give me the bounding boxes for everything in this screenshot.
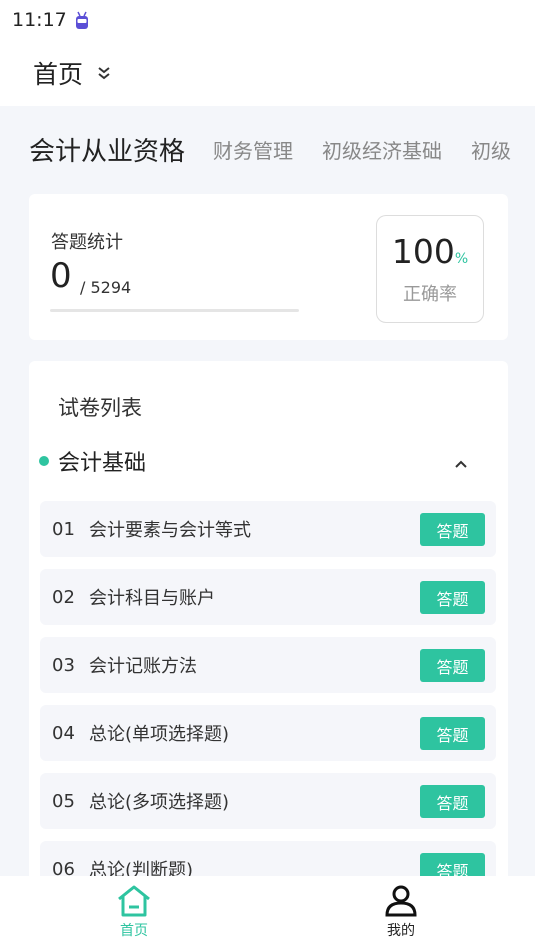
paper-list-title: 试卷列表 [58,396,142,420]
exercise-title: 会计要素与会计等式 [89,520,251,541]
exercise-number: 01 [52,518,75,540]
accuracy-value: 100% [391,232,469,271]
tab-financial-management[interactable]: 财务管理 [213,135,293,164]
exercise-row[interactable]: 05 总论(多项选择题) 答题 [40,773,496,829]
answer-button[interactable]: 答题 [420,513,485,546]
exercise-number: 04 [52,722,75,744]
chevron-up-icon[interactable] [453,455,469,474]
answer-button[interactable]: 答题 [420,785,485,818]
user-icon [385,885,417,917]
exercise-title: 总论(单项选择题) [89,724,230,745]
exercise-title: 总论(多项选择题) [89,792,230,813]
exercise-number: 05 [52,790,75,812]
tab-mine-label: 我的 [387,923,415,939]
bottom-tab-bar: 首页 我的 [0,876,535,951]
exercise-number: 03 [52,654,75,676]
top-bar: 首页 [0,40,535,106]
section-dot [39,456,49,466]
answer-button[interactable]: 答题 [420,717,485,750]
status-bar: 11:17 [0,0,535,40]
tab-accounting-qualification[interactable]: 会计从业资格 [29,131,185,168]
tab-junior-economics[interactable]: 初级经济基础 [322,135,442,164]
exercise-number: 02 [52,586,75,608]
progress-bar [50,309,299,312]
tab-mine[interactable]: 我的 [341,884,461,946]
total-count: / 5294 [80,278,132,297]
paper-list-card: 试卷列表 会计基础 01 会计要素与会计等式 答题 02 会计科目与账户 答题 … [29,361,508,881]
android-icon [75,9,91,31]
answer-stats-card: 答题统计 0 / 5294 100% 正确率 [29,194,508,340]
accuracy-label: 正确率 [403,284,457,305]
status-time: 11:17 [12,9,67,31]
exercise-row[interactable]: 02 会计科目与账户 答题 [40,569,496,625]
exercise-row[interactable]: 04 总论(单项选择题) 答题 [40,705,496,761]
exercise-title: 会计记账方法 [89,656,197,677]
tab-junior[interactable]: 初级 [471,135,511,164]
answer-button[interactable]: 答题 [420,581,485,614]
stats-label: 答题统计 [51,232,123,253]
accuracy-box: 100% 正确率 [376,215,484,323]
exercise-row[interactable]: 01 会计要素与会计等式 答题 [40,501,496,557]
answer-button[interactable]: 答题 [420,649,485,682]
double-chevron-down-icon[interactable] [97,66,111,80]
page-title: 首页 [33,60,84,89]
exercise-row[interactable]: 03 会计记账方法 答题 [40,637,496,693]
exercise-row[interactable]: 06 总论(判断题) 答题 [40,841,496,881]
section-title: 会计基础 [58,451,147,476]
home-icon [118,885,150,917]
section-header[interactable]: 会计基础 [39,447,498,476]
tab-home[interactable]: 首页 [74,884,194,946]
exercise-title: 会计科目与账户 [89,588,215,609]
accuracy-unit: % [454,251,469,267]
tab-home-label: 首页 [120,923,148,939]
answered-count: 0 [50,256,72,296]
category-tabs: 会计从业资格 财务管理 初级经济基础 初级 [0,106,535,192]
